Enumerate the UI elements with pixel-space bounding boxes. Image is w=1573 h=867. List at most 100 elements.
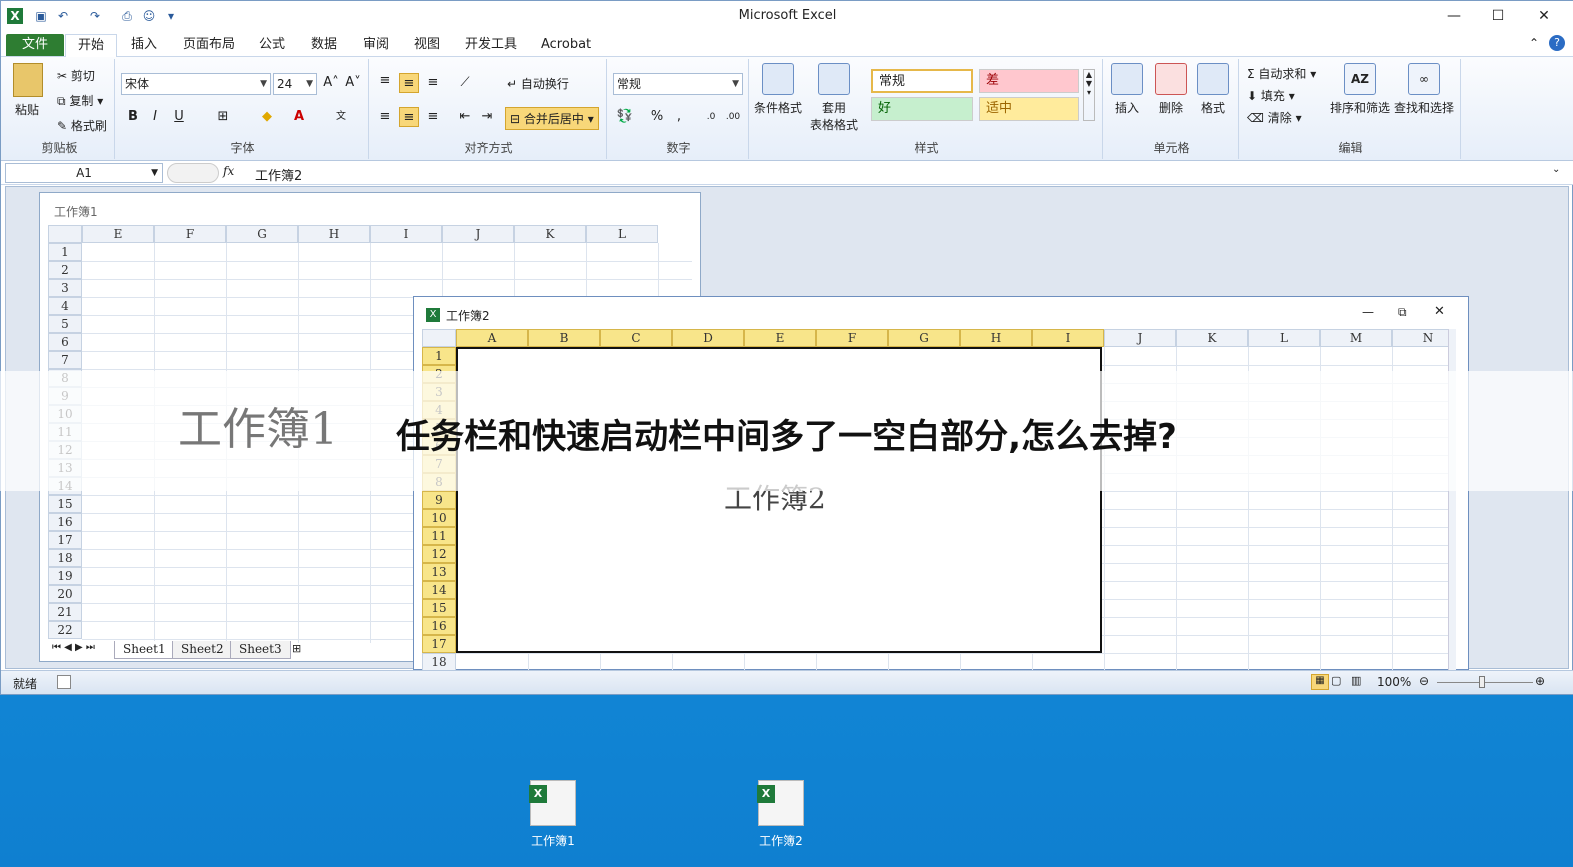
- orientation-button[interactable]: ⟋: [455, 73, 475, 93]
- row-header[interactable]: 10: [422, 509, 456, 527]
- cut-button[interactable]: ✂ 剪切: [57, 67, 95, 84]
- row-header[interactable]: 18: [422, 653, 456, 671]
- style-bad[interactable]: 差: [979, 69, 1079, 93]
- column-header[interactable]: C: [600, 329, 672, 347]
- style-normal[interactable]: 常规: [871, 69, 973, 93]
- clear-button[interactable]: ⌫ 清除 ▾: [1247, 109, 1302, 126]
- page-layout-view-icon[interactable]: ▢: [1331, 674, 1341, 687]
- row-header[interactable]: 20: [48, 585, 82, 603]
- tab-acrobat[interactable]: Acrobat: [529, 34, 603, 56]
- row-header[interactable]: 13: [422, 563, 456, 581]
- column-header[interactable]: K: [1176, 329, 1248, 347]
- tab-home[interactable]: 开始: [65, 34, 118, 58]
- style-good[interactable]: 好: [871, 97, 973, 121]
- tab-data[interactable]: 数据: [299, 34, 349, 56]
- column-header[interactable]: H: [298, 225, 370, 243]
- column-header[interactable]: M: [1320, 329, 1392, 347]
- row-header[interactable]: 12: [422, 545, 456, 563]
- column-header[interactable]: F: [816, 329, 888, 347]
- conditional-format-button[interactable]: 条件格式: [753, 63, 803, 116]
- tab-insert[interactable]: 插入: [119, 34, 169, 56]
- percent-button[interactable]: %: [647, 107, 667, 127]
- column-header[interactable]: L: [586, 225, 658, 243]
- align-right-button[interactable]: ≡: [423, 107, 443, 127]
- border-button[interactable]: ⊞: [213, 107, 233, 127]
- page-break-view-icon[interactable]: ▥: [1351, 674, 1361, 687]
- wrap-text-button[interactable]: ↵ 自动换行: [507, 75, 569, 92]
- expand-formula-icon[interactable]: ⌄: [1552, 164, 1560, 175]
- column-header[interactable]: J: [442, 225, 514, 243]
- column-header[interactable]: I: [1032, 329, 1104, 347]
- number-format-select[interactable]: 常规 ▼: [613, 73, 743, 95]
- styles-scroll[interactable]: ▲ ▼ ▾: [1083, 69, 1095, 121]
- insert-cells-button[interactable]: 插入: [1105, 63, 1149, 116]
- increase-decimal-button[interactable]: .0: [701, 107, 721, 127]
- column-header[interactable]: E: [82, 225, 154, 243]
- desktop-icon-workbook1[interactable]: X 工作簿1: [508, 780, 598, 849]
- row-header[interactable]: 3: [48, 279, 82, 297]
- bottom-align-button[interactable]: ≡: [423, 73, 443, 93]
- row-header[interactable]: 2: [48, 261, 82, 279]
- column-header[interactable]: I: [370, 225, 442, 243]
- increase-indent-button[interactable]: ⇥: [477, 107, 497, 127]
- format-cells-button[interactable]: 格式: [1191, 63, 1235, 116]
- tab-file[interactable]: 文件: [6, 34, 65, 56]
- row-header[interactable]: 11: [422, 527, 456, 545]
- phonetic-button[interactable]: 文: [331, 107, 351, 127]
- row-header[interactable]: 17: [422, 635, 456, 653]
- select-all-corner[interactable]: [48, 225, 82, 243]
- insert-sheet-icon[interactable]: ⊞: [292, 642, 301, 655]
- row-header[interactable]: 19: [48, 567, 82, 585]
- merge-center-button[interactable]: ⊟ 合并后居中 ▾: [505, 107, 599, 130]
- fill-color-button[interactable]: ◆: [257, 107, 277, 127]
- tab-view[interactable]: 视图: [402, 34, 452, 56]
- font-name-select[interactable]: 宋体 ▼: [121, 73, 271, 95]
- tab-formulas[interactable]: 公式: [247, 34, 297, 56]
- row-header[interactable]: 6: [48, 333, 82, 351]
- row-header[interactable]: 16: [48, 513, 82, 531]
- tab-review[interactable]: 审阅: [351, 34, 401, 56]
- tab-page-layout[interactable]: 页面布局: [171, 34, 247, 56]
- row-header[interactable]: 1: [422, 347, 456, 365]
- row-header[interactable]: 18: [48, 549, 82, 567]
- desktop-icon-workbook2[interactable]: X 工作簿2: [736, 780, 826, 849]
- zoom-slider[interactable]: [1437, 682, 1533, 683]
- column-header[interactable]: L: [1248, 329, 1320, 347]
- row-header[interactable]: 15: [422, 599, 456, 617]
- row-header[interactable]: 9: [422, 491, 456, 509]
- normal-view-icon[interactable]: ▦: [1311, 674, 1329, 690]
- fx-button[interactable]: fx: [223, 164, 234, 178]
- column-header[interactable]: G: [888, 329, 960, 347]
- font-color-button[interactable]: A: [289, 107, 309, 127]
- formula-input[interactable]: 工作簿2: [255, 165, 302, 184]
- find-select-button[interactable]: ∞ 查找和选择: [1393, 63, 1455, 116]
- sheet-tab-2[interactable]: Sheet2: [172, 641, 233, 659]
- help-icon[interactable]: ?: [1549, 35, 1565, 51]
- column-header[interactable]: A: [456, 329, 528, 347]
- column-header[interactable]: G: [226, 225, 298, 243]
- column-header[interactable]: E: [744, 329, 816, 347]
- column-header[interactable]: N: [1392, 329, 1456, 347]
- copy-button[interactable]: ⧉ 复制 ▾: [57, 92, 103, 109]
- row-header[interactable]: 15: [48, 495, 82, 513]
- sheet-tab-3[interactable]: Sheet3: [230, 641, 291, 659]
- decrease-indent-button[interactable]: ⇤: [455, 107, 475, 127]
- column-header[interactable]: D: [672, 329, 744, 347]
- column-header[interactable]: H: [960, 329, 1032, 347]
- column-header[interactable]: J: [1104, 329, 1176, 347]
- underline-button[interactable]: U: [169, 107, 189, 127]
- italic-button[interactable]: I: [145, 107, 165, 127]
- zoom-out-icon[interactable]: ⊖: [1419, 674, 1429, 688]
- comma-button[interactable]: ,: [669, 107, 689, 127]
- column-header[interactable]: B: [528, 329, 600, 347]
- zoom-slider-thumb[interactable]: [1479, 676, 1485, 688]
- grow-font-button[interactable]: A˄: [321, 73, 341, 93]
- bold-button[interactable]: B: [123, 107, 143, 127]
- row-header[interactable]: 14: [422, 581, 456, 599]
- row-header[interactable]: 17: [48, 531, 82, 549]
- row-header[interactable]: 4: [48, 297, 82, 315]
- autosum-button[interactable]: Σ 自动求和 ▾: [1247, 65, 1316, 82]
- style-neutral[interactable]: 适中: [979, 97, 1079, 121]
- font-size-select[interactable]: 24 ▼: [273, 73, 317, 95]
- sheet-tab-1[interactable]: Sheet1: [114, 641, 175, 659]
